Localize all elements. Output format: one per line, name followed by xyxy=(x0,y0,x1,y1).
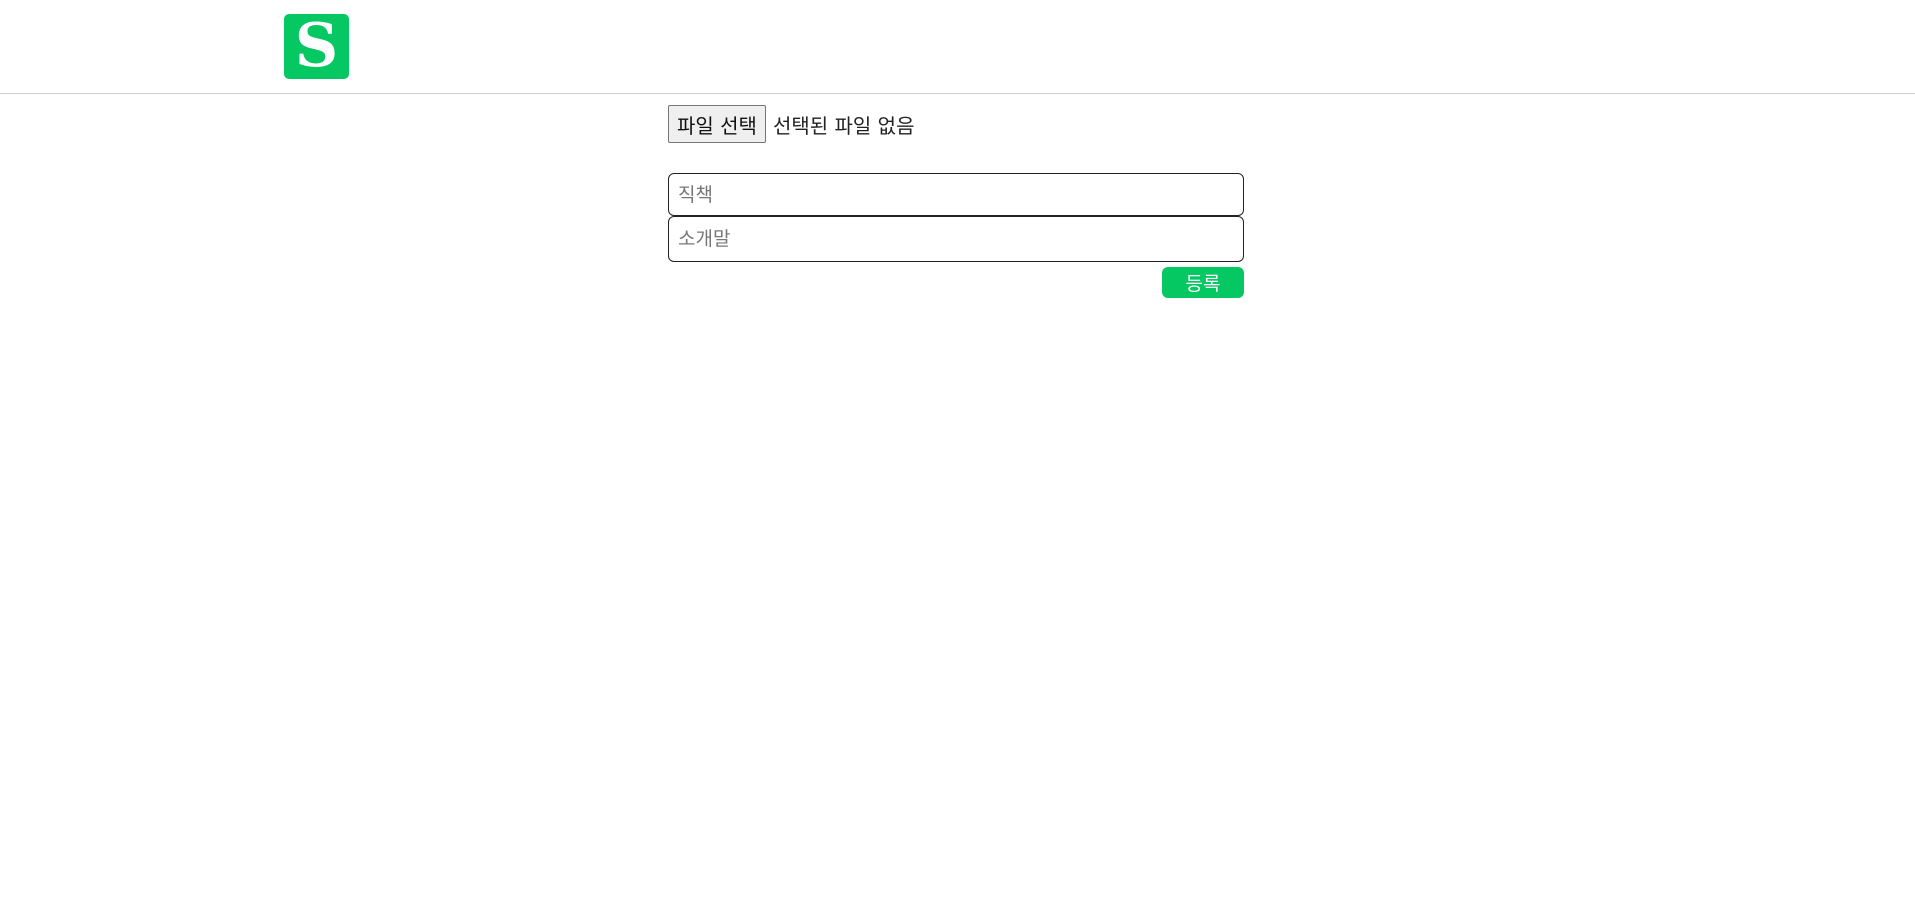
submit-row: 등록 xyxy=(668,267,1244,298)
file-picker: 파일 선택 선택된 파일 없음 xyxy=(668,105,1244,143)
logo-letter: S xyxy=(294,11,339,81)
introduction-input[interactable] xyxy=(668,216,1244,262)
text-fields xyxy=(668,173,1244,262)
file-status-text: 선택된 파일 없음 xyxy=(772,113,915,138)
choose-file-button[interactable]: 파일 선택 xyxy=(668,105,766,143)
profile-form: 파일 선택 선택된 파일 없음 등록 xyxy=(668,105,1244,298)
position-input[interactable] xyxy=(668,173,1244,216)
app-logo-icon[interactable]: S xyxy=(284,14,349,79)
top-bar: S xyxy=(0,0,1915,94)
register-button[interactable]: 등록 xyxy=(1162,267,1244,298)
